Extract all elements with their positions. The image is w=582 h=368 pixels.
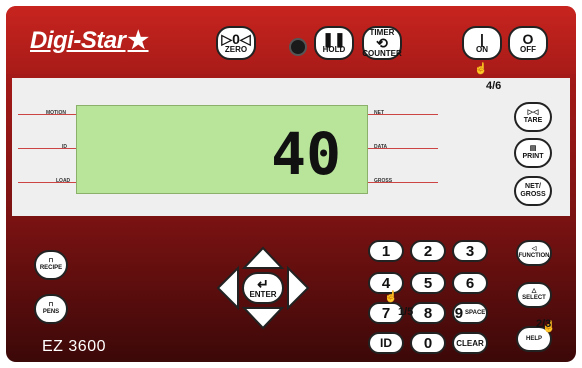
hint-label-middle: 1/5	[398, 306, 414, 318]
key-0[interactable]: 0	[410, 332, 446, 354]
left-triangle-icon: ◁	[531, 246, 537, 252]
key-3[interactable]: 3	[452, 240, 488, 262]
key-1[interactable]: 1	[368, 240, 404, 262]
enter-icon: ↵	[257, 275, 269, 292]
up-arrow-icon[interactable]	[241, 246, 285, 269]
model-label: EZ 3600	[42, 338, 106, 355]
pointer-hand-icon: ☝	[474, 63, 488, 75]
select-button[interactable]: △ SELECT	[516, 282, 552, 308]
key-2[interactable]: 2	[410, 240, 446, 262]
left-arrow-icon[interactable]	[216, 265, 239, 311]
down-arrow-icon[interactable]	[241, 307, 285, 330]
key-id[interactable]: ID	[368, 332, 404, 354]
hint-label-top: 4/6	[486, 80, 502, 92]
key-5[interactable]: 5	[410, 272, 446, 294]
function-button[interactable]: ◁ FUNCTION	[516, 240, 552, 266]
hint-label-right: 2/3	[536, 318, 552, 330]
key-8[interactable]: 8	[410, 302, 446, 324]
control-panel: Digi-Star★ ▷0◁ ZERO ❚❚ HOLD TIMER ⟲ COUNTER …	[6, 6, 576, 362]
pointer-hand-icon: ☝	[384, 291, 398, 303]
key-9-space[interactable]: 9 SPACE	[452, 302, 488, 324]
scale-indicator-device: Digi-Star★ ▷0◁ ZERO ❚❚ HOLD TIMER ⟲ COUNTER …	[0, 0, 582, 368]
key-6[interactable]: 6	[452, 272, 488, 294]
clear-key[interactable]: CLEAR	[452, 332, 488, 354]
up-triangle-icon: △	[531, 288, 537, 294]
nav-arrows	[216, 246, 310, 330]
right-arrow-icon[interactable]	[287, 265, 310, 311]
enter-button[interactable]: ↵ ENTER	[242, 272, 284, 304]
